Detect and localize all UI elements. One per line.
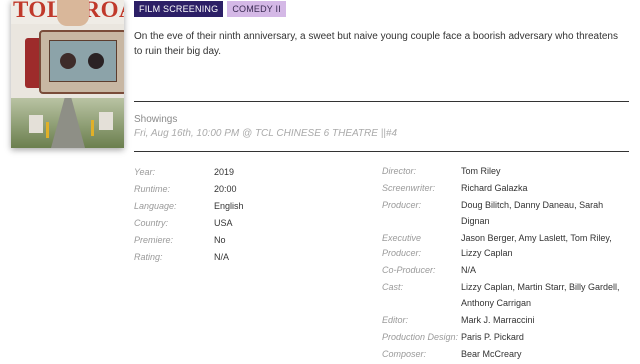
detail-value: No (214, 235, 226, 245)
detail-label: Rating: (134, 252, 163, 262)
detail-row-language: Language: English (134, 198, 244, 215)
detail-value: Richard Galazka (461, 183, 528, 193)
detail-label: Director: (382, 166, 417, 176)
poster-lunchbox-photo (49, 40, 117, 82)
detail-value: 2019 (214, 167, 235, 177)
film-synopsis: On the eve of their ninth anniversary, a… (134, 31, 618, 57)
detail-label: Language: (134, 201, 177, 211)
divider (134, 101, 629, 102)
detail-row-director: Director: Tom Riley (382, 164, 632, 180)
detail-row-production-design: Production Design: Paris P. Pickard (382, 330, 632, 346)
detail-row-rating: Rating: N/A (134, 249, 244, 266)
poster-lunchbox (39, 30, 124, 94)
detail-label: Screenwriter: (382, 183, 436, 193)
poster-hand-illustration (57, 0, 89, 26)
detail-label: Runtime: (134, 184, 171, 194)
detail-label: Editor: (382, 314, 409, 325)
detail-row-year: Year: 2019 (134, 164, 244, 181)
film-details-right: Director: Tom Riley Screenwriter: Richar… (382, 164, 632, 364)
detail-label: Year: (134, 167, 156, 177)
detail-value: USA (214, 218, 233, 228)
poster-toll-booth (99, 112, 113, 130)
poster-post (91, 120, 94, 136)
detail-value: 20:00 (214, 184, 237, 194)
detail-value: English (214, 201, 244, 211)
film-poster[interactable]: TOLL ROAD (11, 0, 124, 148)
detail-value: Tom Riley (461, 166, 501, 176)
detail-value: Mark J. Marraccini (461, 314, 535, 325)
detail-row-co-producer: Co-Producer: N/A (382, 263, 632, 279)
detail-label: Executive Producer: (382, 232, 422, 259)
category-tags: FILM SCREENING COMEDY II (134, 1, 286, 17)
detail-row-country: Country: USA (134, 215, 244, 232)
detail-label: Cast: (382, 282, 404, 292)
detail-value: Jason Berger, Amy Laslett, Tom Riley, Li… (461, 232, 612, 259)
detail-value: N/A (214, 252, 230, 262)
detail-row-editor: Editor: Mark J. Marraccini (382, 313, 632, 329)
detail-row-executive-producer: Executive Producer: Jason Berger, Amy La… (382, 231, 632, 262)
divider (134, 151, 629, 152)
detail-row-producer: Producer: Doug Bilitch, Danny Daneau, Sa… (382, 198, 632, 229)
poster-toll-booth (29, 115, 43, 133)
detail-label: Premiere: (134, 235, 174, 245)
detail-value: N/A (461, 265, 477, 275)
detail-row-screenwriter: Screenwriter: Richard Galazka (382, 181, 632, 197)
tag-comedy[interactable]: COMEDY II (227, 1, 286, 17)
detail-row-cast: Cast: Lizzy Caplan, Martin Starr, Billy … (382, 280, 632, 311)
tag-film-screening[interactable]: FILM SCREENING (134, 1, 224, 17)
detail-label: Co-Producer: (382, 265, 436, 275)
detail-value: Paris P. Pickard (461, 331, 524, 342)
showings-heading: Showings (134, 114, 178, 125)
detail-label: Production Design: (382, 331, 459, 342)
detail-row-runtime: Runtime: 20:00 (134, 181, 244, 198)
detail-value: Lizzy Caplan, Martin Starr, Billy Gardel… (461, 282, 620, 308)
film-details-left: Year: 2019 Runtime: 20:00 Language: Engl… (134, 164, 244, 266)
detail-value: Doug Bilitch, Danny Daneau, Sarah Dignan (461, 200, 604, 226)
detail-label: Country: (134, 218, 169, 228)
detail-label: Producer: (382, 200, 422, 210)
showing-item[interactable]: Fri, Aug 16th, 10:00 PM @ TCL CHINESE 6 … (134, 128, 397, 139)
poster-post (46, 122, 49, 138)
detail-row-premiere: Premiere: No (134, 232, 244, 249)
